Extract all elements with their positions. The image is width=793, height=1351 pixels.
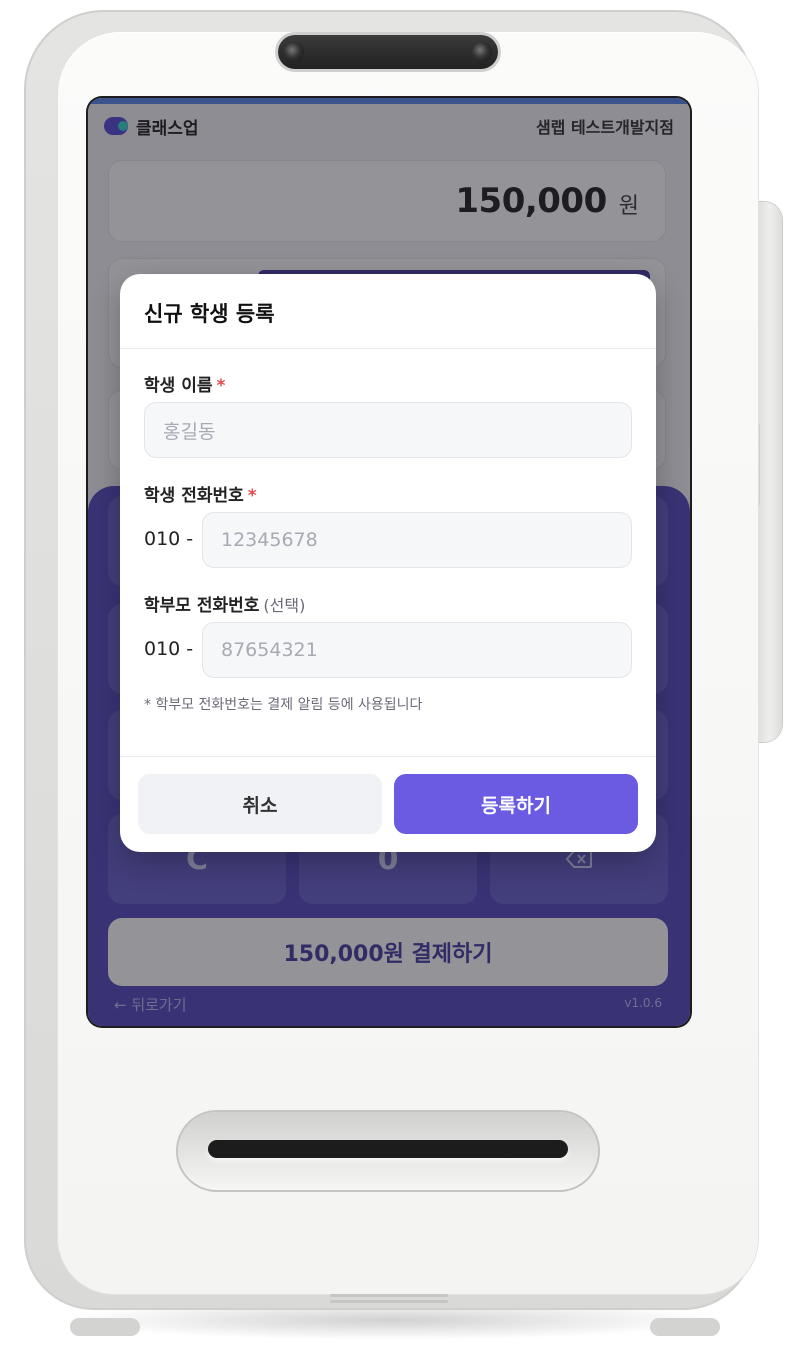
student-phone-prefix: 010 - [144,528,194,550]
student-name-placeholder: 홍길동 [163,420,216,443]
parent-phone-label-text: 학부모 전화번호 [144,596,260,616]
student-phone-placeholder: 12345678 [221,529,318,551]
student-phone-label-text: 학생 전화번호 [144,486,244,506]
speaker-grille [330,1294,448,1308]
parent-phone-placeholder: 87654321 [221,639,318,661]
student-phone-input[interactable]: 12345678 [202,512,632,568]
modal-title: 신규 학생 등록 [144,302,275,326]
card-slot-opening [208,1140,568,1158]
student-name-label: 학생 이름 * [144,371,225,396]
modal-footer-divider [120,756,656,757]
student-phone-label: 학생 전화번호 * [144,481,257,506]
new-student-modal: 신규 학생 등록 학생 이름 * 홍길동 학생 전화번호 * 010 - 12345… [120,274,656,852]
card-slot [178,1112,598,1190]
kiosk-stage: 클래스업 샘랩 테스트개발지점 150,000 원 C 0 150,000 [0,0,793,1351]
required-mark: * [216,376,226,396]
parent-phone-prefix: 010 - [144,638,194,660]
parent-phone-hint: * 학부모 전화번호는 결제 알림 등에 사용됩니다 [144,697,423,713]
modal-divider [120,348,656,349]
sensor-lens-icon [472,42,492,62]
register-button[interactable]: 등록하기 [394,774,638,834]
parent-phone-input[interactable]: 87654321 [202,622,632,678]
required-mark: * [247,486,257,506]
parent-phone-label: 학부모 전화번호 (선택) [144,591,305,616]
device-foot-left [70,1318,140,1336]
touch-screen: 클래스업 샘랩 테스트개발지점 150,000 원 C 0 150,000 [88,98,690,1026]
student-name-label-text: 학생 이름 [144,376,213,396]
student-name-input[interactable]: 홍길동 [144,402,632,458]
cancel-button[interactable]: 취소 [138,774,382,834]
camera-bar [278,35,498,69]
camera-lens-icon [284,42,304,62]
device-foot-right [650,1318,720,1336]
optional-mark: (선택) [263,596,306,615]
